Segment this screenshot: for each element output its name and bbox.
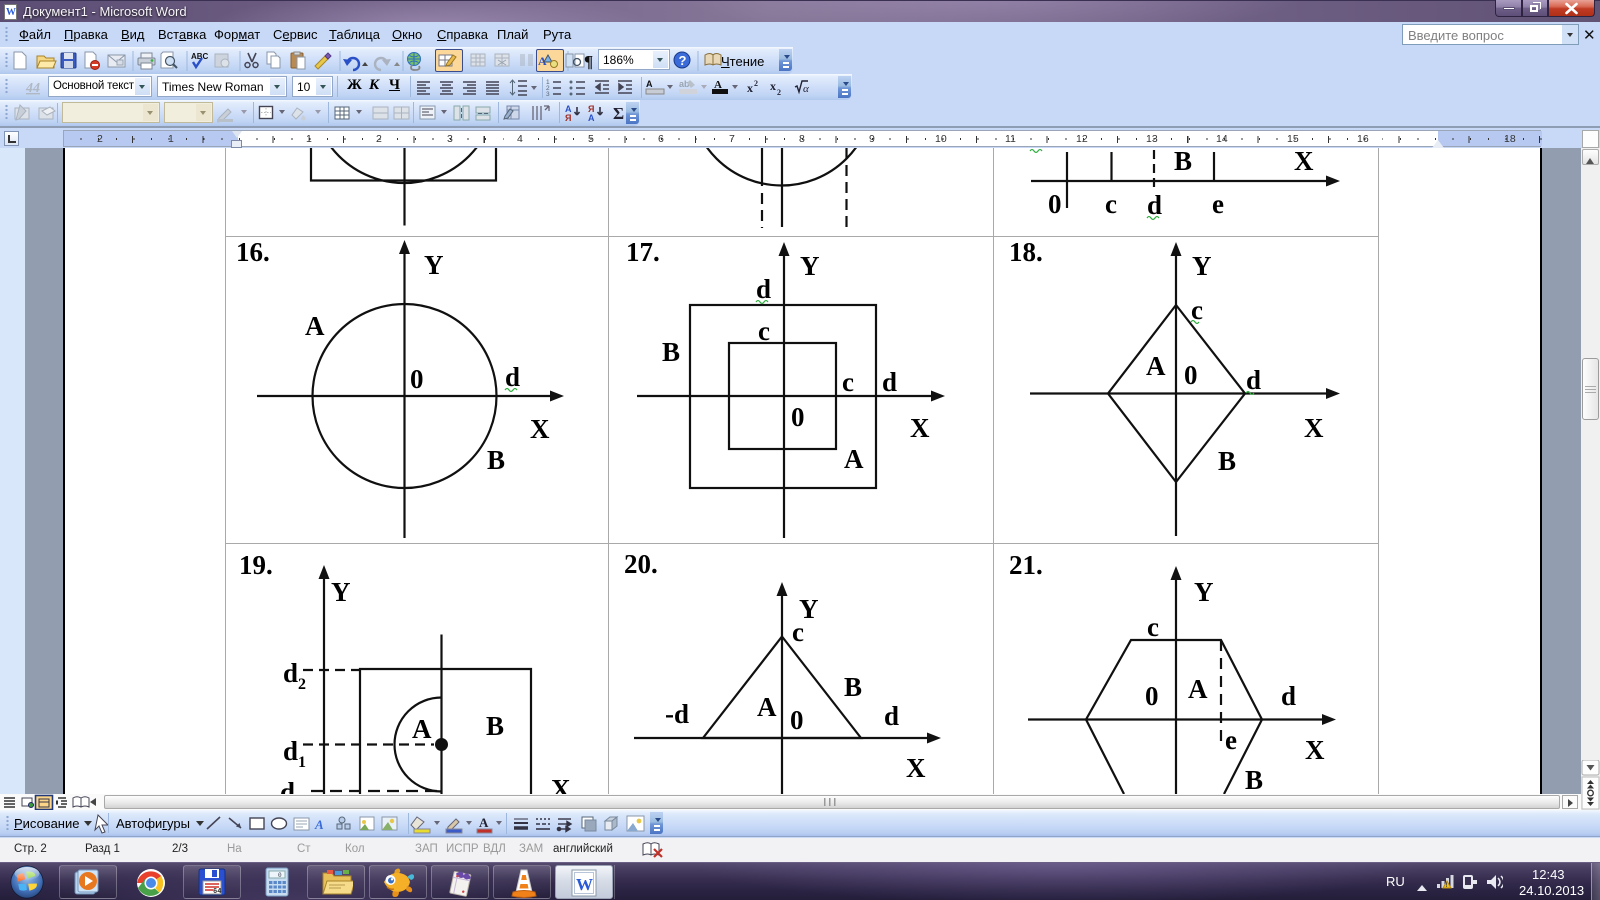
svg-text:17.: 17. bbox=[626, 237, 660, 267]
svg-text:x: x bbox=[747, 81, 753, 95]
svg-text:α: α bbox=[803, 83, 809, 95]
svg-text:0: 0 bbox=[1048, 189, 1062, 219]
svg-text:Σ: Σ bbox=[613, 104, 624, 123]
svg-text:A: A bbox=[479, 815, 489, 830]
svg-text:A: A bbox=[314, 817, 324, 832]
svg-text:2: 2 bbox=[777, 88, 781, 97]
svg-text:A: A bbox=[757, 692, 777, 722]
svg-text:0: 0 bbox=[278, 872, 282, 879]
svg-text:W: W bbox=[576, 875, 593, 894]
svg-text:d: d bbox=[280, 777, 295, 794]
svg-text:64: 64 bbox=[213, 888, 221, 896]
svg-text:20.: 20. bbox=[624, 549, 658, 579]
svg-text:3: 3 bbox=[546, 91, 550, 98]
svg-text:Y: Y bbox=[800, 251, 820, 281]
svg-text:19.: 19. bbox=[239, 550, 273, 580]
svg-text:c: c bbox=[792, 617, 804, 647]
svg-text:0: 0 bbox=[790, 705, 804, 735]
svg-text:d: d bbox=[505, 362, 520, 392]
svg-text:Y: Y bbox=[424, 250, 444, 280]
svg-text:Y: Y bbox=[1194, 577, 1214, 607]
svg-text:B: B bbox=[486, 711, 504, 741]
svg-text:X: X bbox=[551, 774, 571, 794]
svg-text:¶: ¶ bbox=[584, 52, 593, 71]
svg-text:B: B bbox=[662, 337, 680, 367]
svg-text:44: 44 bbox=[25, 81, 40, 96]
svg-text:A: A bbox=[646, 79, 653, 89]
svg-text:d: d bbox=[1246, 365, 1261, 395]
svg-text:0: 0 bbox=[1184, 360, 1198, 390]
svg-text:A: A bbox=[412, 714, 432, 744]
svg-text:e: e bbox=[1212, 189, 1224, 219]
svg-text:A: A bbox=[305, 311, 325, 341]
svg-text:Y: Y bbox=[1192, 251, 1212, 281]
svg-text:d: d bbox=[1147, 190, 1162, 220]
svg-text:d2: d2 bbox=[283, 658, 306, 693]
svg-text:A: A bbox=[1188, 674, 1208, 704]
svg-text:c: c bbox=[758, 316, 770, 346]
svg-text:-d: -d bbox=[665, 699, 689, 729]
svg-text:c: c bbox=[1147, 612, 1159, 642]
svg-text:A: A bbox=[844, 444, 864, 474]
svg-text:c: c bbox=[842, 367, 854, 397]
svg-text:X: X bbox=[906, 753, 926, 783]
svg-text:e: e bbox=[1225, 725, 1237, 755]
svg-text:d: d bbox=[882, 367, 897, 397]
svg-text:0: 0 bbox=[791, 402, 805, 432]
svg-text:d: d bbox=[884, 701, 899, 731]
svg-text:0: 0 bbox=[1145, 681, 1159, 711]
svg-text:A: A bbox=[1146, 351, 1166, 381]
svg-text:!: ! bbox=[1446, 883, 1448, 889]
svg-text:x: x bbox=[770, 79, 776, 93]
svg-text:d: d bbox=[756, 274, 771, 304]
svg-text:А: А bbox=[588, 113, 595, 123]
svg-text:Y: Y bbox=[331, 577, 351, 607]
svg-text:X: X bbox=[1294, 148, 1314, 176]
svg-text:B: B bbox=[487, 445, 505, 475]
svg-text:16.: 16. bbox=[236, 237, 270, 267]
svg-text:B: B bbox=[1218, 446, 1236, 476]
svg-text:X: X bbox=[910, 413, 930, 443]
svg-text:18.: 18. bbox=[1009, 237, 1043, 267]
svg-text:?: ? bbox=[679, 53, 687, 68]
svg-text:B: B bbox=[1174, 148, 1192, 176]
svg-text:d1: d1 bbox=[283, 736, 306, 771]
svg-text:X: X bbox=[1305, 735, 1325, 765]
svg-text:0: 0 bbox=[410, 364, 424, 394]
svg-text:d: d bbox=[1281, 681, 1296, 711]
svg-text:c: c bbox=[1105, 189, 1117, 219]
svg-text:2: 2 bbox=[754, 79, 758, 88]
svg-text:X: X bbox=[1304, 413, 1324, 443]
svg-text:B: B bbox=[1245, 765, 1263, 794]
svg-text:B: B bbox=[844, 672, 862, 702]
svg-text:X: X bbox=[530, 414, 550, 444]
svg-text:21.: 21. bbox=[1009, 550, 1043, 580]
svg-text:Я: Я bbox=[565, 113, 571, 123]
